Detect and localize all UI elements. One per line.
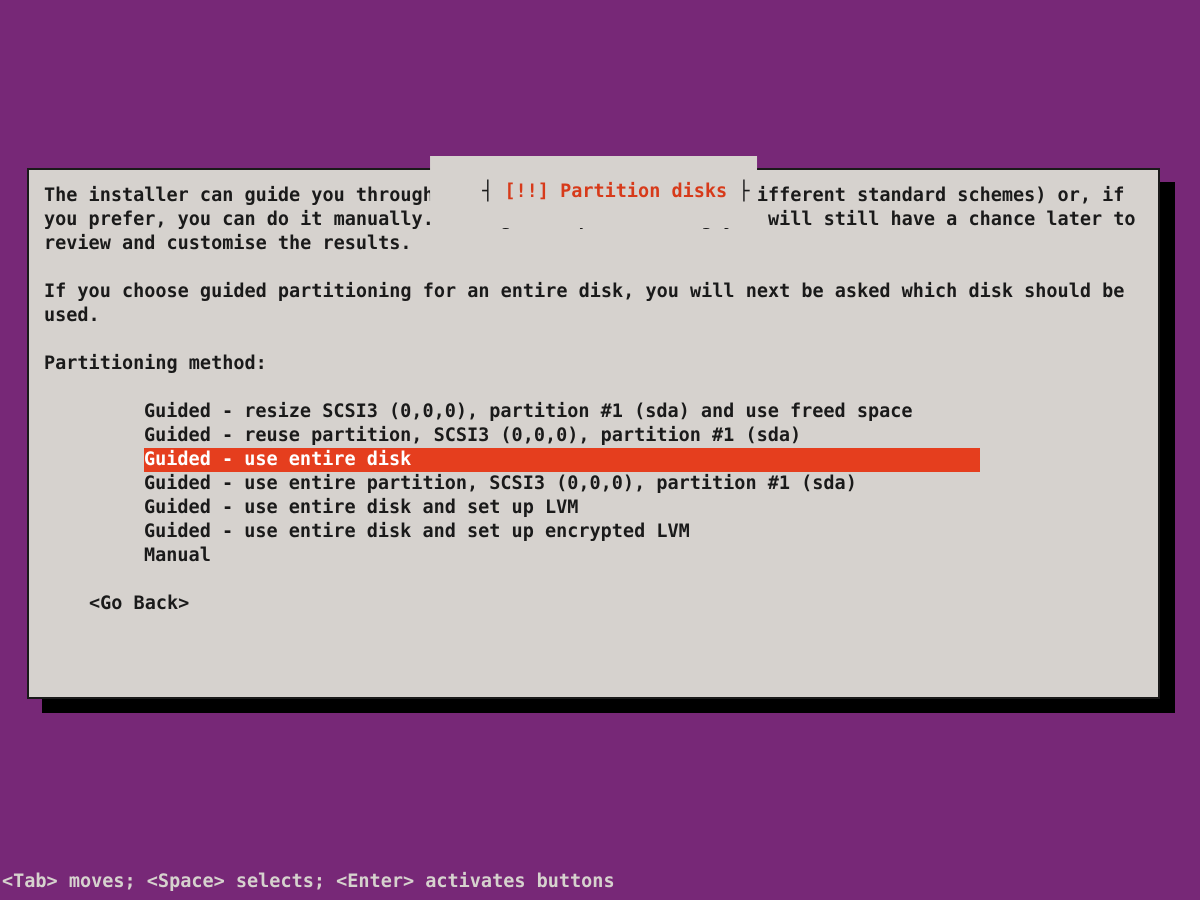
- keyboard-hint-bar: <Tab> moves; <Space> selects; <Enter> ac…: [0, 870, 615, 894]
- option-label: Guided - resize SCSI3 (0,0,0), partition…: [144, 401, 913, 422]
- option-label: Guided - use entire partition, SCSI3 (0,…: [144, 473, 857, 494]
- partitioning-option[interactable]: Guided - use entire disk: [44, 448, 1143, 472]
- partitioning-method-prompt: Partitioning method:: [44, 352, 1143, 376]
- dialog-title: ┤ [!!] Partition disks ├: [430, 156, 758, 228]
- partitioning-option[interactable]: Guided - reuse partition, SCSI3 (0,0,0),…: [44, 424, 1143, 448]
- dialog-body: The installer can guide you through part…: [29, 170, 1158, 626]
- title-priority-marker: [!!]: [504, 181, 549, 202]
- option-label: Guided - reuse partition, SCSI3 (0,0,0),…: [144, 425, 801, 446]
- option-label: Guided - use entire disk and set up encr…: [144, 521, 690, 542]
- partitioning-option[interactable]: Guided - use entire disk and set up LVM: [44, 496, 1143, 520]
- partitioning-option[interactable]: Guided - resize SCSI3 (0,0,0), partition…: [44, 400, 1143, 424]
- partitioning-option[interactable]: Guided - use entire disk and set up encr…: [44, 520, 1143, 544]
- title-text: Partition disks: [549, 181, 727, 202]
- partition-dialog: ┤ [!!] Partition disks ├ The installer c…: [27, 168, 1160, 699]
- option-label: Guided - use entire disk and set up LVM: [144, 497, 578, 518]
- option-label: Guided - use entire disk: [144, 449, 411, 470]
- option-label: Manual: [144, 545, 211, 566]
- title-bracket-open: ┤: [482, 181, 504, 202]
- partitioning-options-list: Guided - resize SCSI3 (0,0,0), partition…: [44, 400, 1143, 568]
- go-back-button[interactable]: <Go Back>: [44, 592, 189, 616]
- description-paragraph-2: If you choose guided partitioning for an…: [44, 280, 1143, 328]
- partitioning-option[interactable]: Manual: [44, 544, 1143, 568]
- partitioning-option[interactable]: Guided - use entire partition, SCSI3 (0,…: [44, 472, 1143, 496]
- title-bracket-close: ├: [727, 181, 749, 202]
